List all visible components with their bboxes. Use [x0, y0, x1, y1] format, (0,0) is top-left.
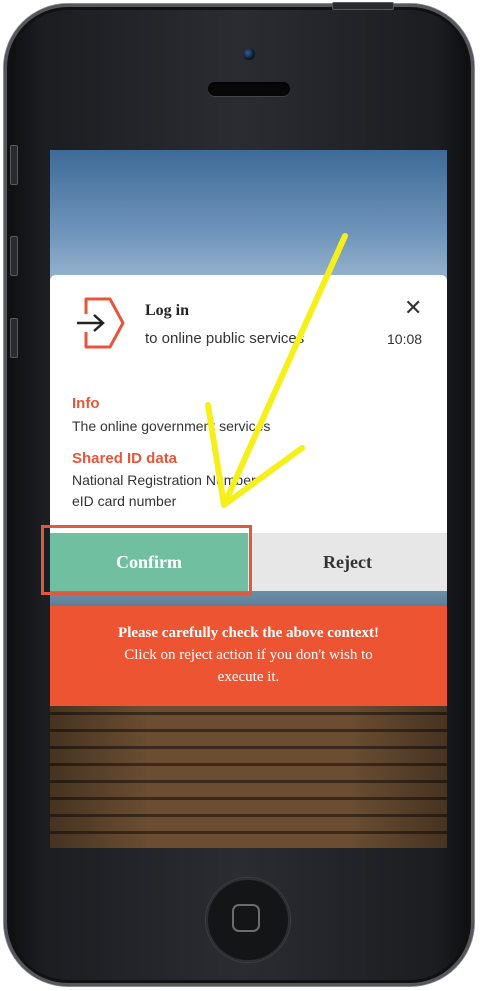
confirm-highlight-box — [41, 525, 252, 595]
shared-id-heading: Shared ID data — [72, 450, 178, 467]
info-text: The online government services — [72, 418, 271, 434]
notification-time: 10:08 — [387, 331, 423, 347]
home-button-icon — [232, 904, 260, 932]
warning-text-line: execute it. — [217, 669, 280, 685]
shared-id-item: eID card number — [72, 493, 177, 509]
front-camera — [243, 48, 255, 60]
earpiece-speaker — [208, 82, 290, 96]
volume-down-button — [10, 318, 18, 358]
power-button — [332, 2, 394, 10]
reject-button[interactable]: Reject — [248, 533, 447, 591]
shared-id-item: National Registration Number — [72, 472, 256, 488]
warning-title: Please carefully check the above context… — [118, 625, 379, 641]
mute-switch — [10, 145, 18, 185]
volume-up-button — [10, 236, 18, 276]
warning-text-line: Click on reject action if you don't wish… — [124, 647, 373, 663]
close-icon[interactable]: ✕ — [404, 296, 422, 320]
notification-subtitle: to online public services — [145, 330, 305, 347]
notification-title: Log in — [145, 302, 190, 319]
login-arrow-icon — [70, 297, 125, 349]
info-heading: Info — [72, 395, 100, 412]
warning-banner: Please carefully check the above context… — [50, 606, 447, 706]
